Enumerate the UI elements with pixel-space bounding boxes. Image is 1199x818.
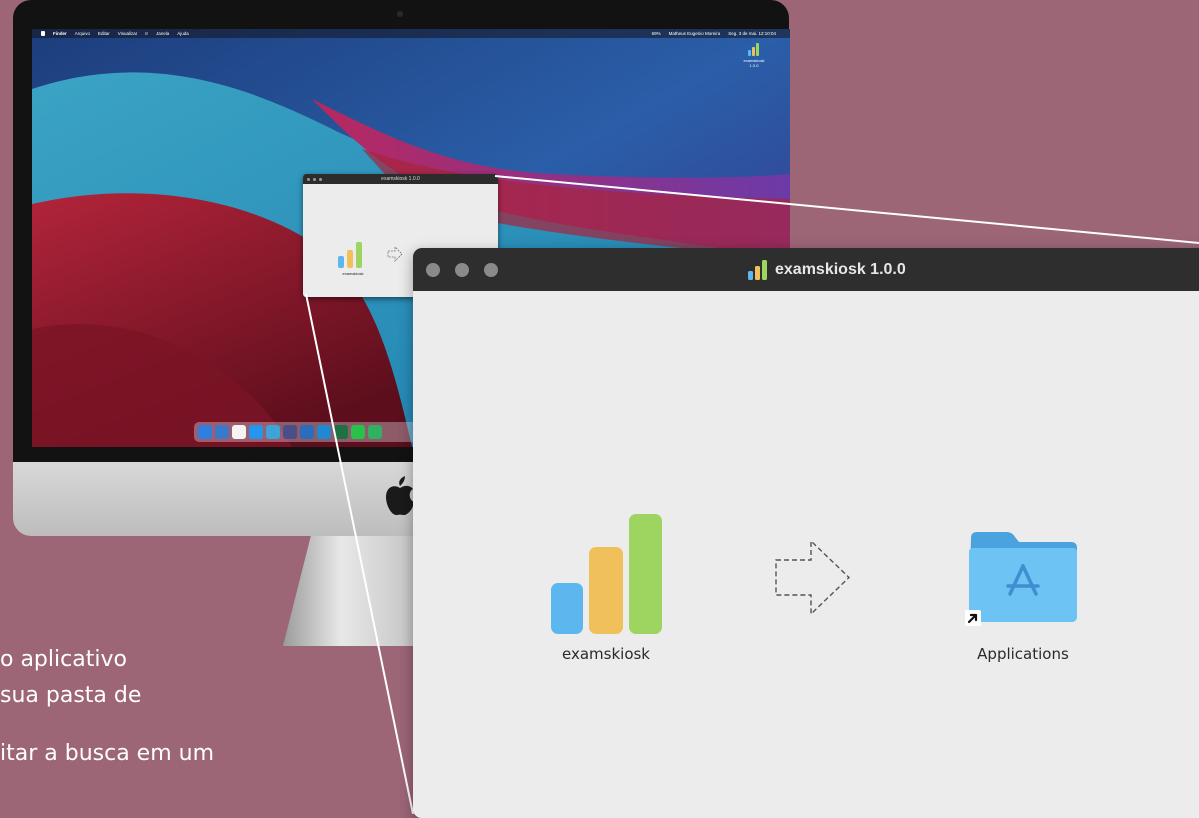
dock xyxy=(194,422,444,442)
installer-window[interactable]: examskiosk 1.0.0 examskiosk Applications xyxy=(413,248,1199,818)
dock-vscode-icon[interactable] xyxy=(317,425,331,439)
mini-window-titlebar: examskiosk 1.0.0 xyxy=(303,174,498,184)
caption-line-2: sua pasta de xyxy=(0,683,142,708)
menu-item-visualizar[interactable]: Visualizar xyxy=(118,31,137,36)
zoom-button[interactable] xyxy=(484,263,498,277)
caption-line-1: o aplicativo xyxy=(0,647,127,672)
menu-item-finder[interactable]: Finder xyxy=(53,31,67,36)
dock-docker-icon[interactable] xyxy=(249,425,263,439)
menu-bar-status: 69% Matheus Eugenio Moreira Seg. 3 de mai.… xyxy=(652,29,784,38)
apple-menu-icon[interactable] xyxy=(41,31,45,37)
alias-arrow-icon xyxy=(965,610,981,626)
applications-folder-icon[interactable] xyxy=(967,526,1079,626)
mini-window-title: examskiosk 1.0.0 xyxy=(381,176,420,182)
window-titlebar[interactable]: examskiosk 1.0.0 xyxy=(413,248,1199,292)
menu-item-janela[interactable]: Janela xyxy=(156,31,169,36)
app-label: examskiosk xyxy=(562,645,650,663)
examskiosk-app-icon[interactable] xyxy=(549,514,663,634)
close-button[interactable] xyxy=(426,263,440,277)
mini-app-label: examskiosk xyxy=(342,271,364,276)
battery-percent[interactable]: 69% xyxy=(652,31,661,36)
user-name[interactable]: Matheus Eugenio Moreira xyxy=(669,31,721,36)
clock[interactable]: Seg. 3 de mai. 12:10:04 xyxy=(728,31,776,36)
menu-item-editar[interactable]: Editar xyxy=(98,31,110,36)
dock-azure-storage-icon[interactable] xyxy=(266,425,280,439)
mini-app-icon[interactable] xyxy=(337,240,365,268)
dock-1password-icon[interactable] xyxy=(215,425,229,439)
applications-label: Applications xyxy=(977,645,1069,663)
minimize-button[interactable] xyxy=(455,263,469,277)
dock-app-icon[interactable] xyxy=(283,425,297,439)
menu-item-arquivo[interactable]: Arquivo xyxy=(75,31,90,36)
dock-excel-icon[interactable] xyxy=(334,425,348,439)
window-title: examskiosk 1.0.0 xyxy=(775,261,906,278)
desktop-icon-version: 1.0.0 xyxy=(749,63,759,68)
menu-item-ajuda[interactable]: Ajuda xyxy=(177,31,189,36)
caption-line-3: itar a busca em um xyxy=(0,741,215,766)
mini-close-button[interactable] xyxy=(307,178,310,181)
mini-arrow-icon xyxy=(387,246,403,262)
menu-bar: Finder Arquivo Editar Visualizar Ir Janela Aju… xyxy=(32,29,790,38)
camera-dot xyxy=(397,11,403,17)
dock-finder-icon[interactable] xyxy=(198,425,212,439)
apple-logo-icon xyxy=(386,476,414,516)
menu-item-ir[interactable]: Ir xyxy=(145,31,148,36)
dock-calendar-icon[interactable] xyxy=(232,425,246,439)
examskiosk-app-icon xyxy=(748,43,759,56)
desktop-disk-icon[interactable]: examskiosk 1.0.0 xyxy=(739,42,769,68)
title-app-icon xyxy=(748,259,767,280)
dock-whatsapp-icon[interactable] xyxy=(351,425,365,439)
mini-minimize-button[interactable] xyxy=(313,178,316,181)
drag-arrow-icon xyxy=(775,540,851,615)
mini-zoom-button[interactable] xyxy=(319,178,322,181)
dock-app-icon-2[interactable] xyxy=(368,425,382,439)
window-title-group: examskiosk 1.0.0 xyxy=(747,248,906,291)
dock-vscode-insiders-icon[interactable] xyxy=(300,425,314,439)
